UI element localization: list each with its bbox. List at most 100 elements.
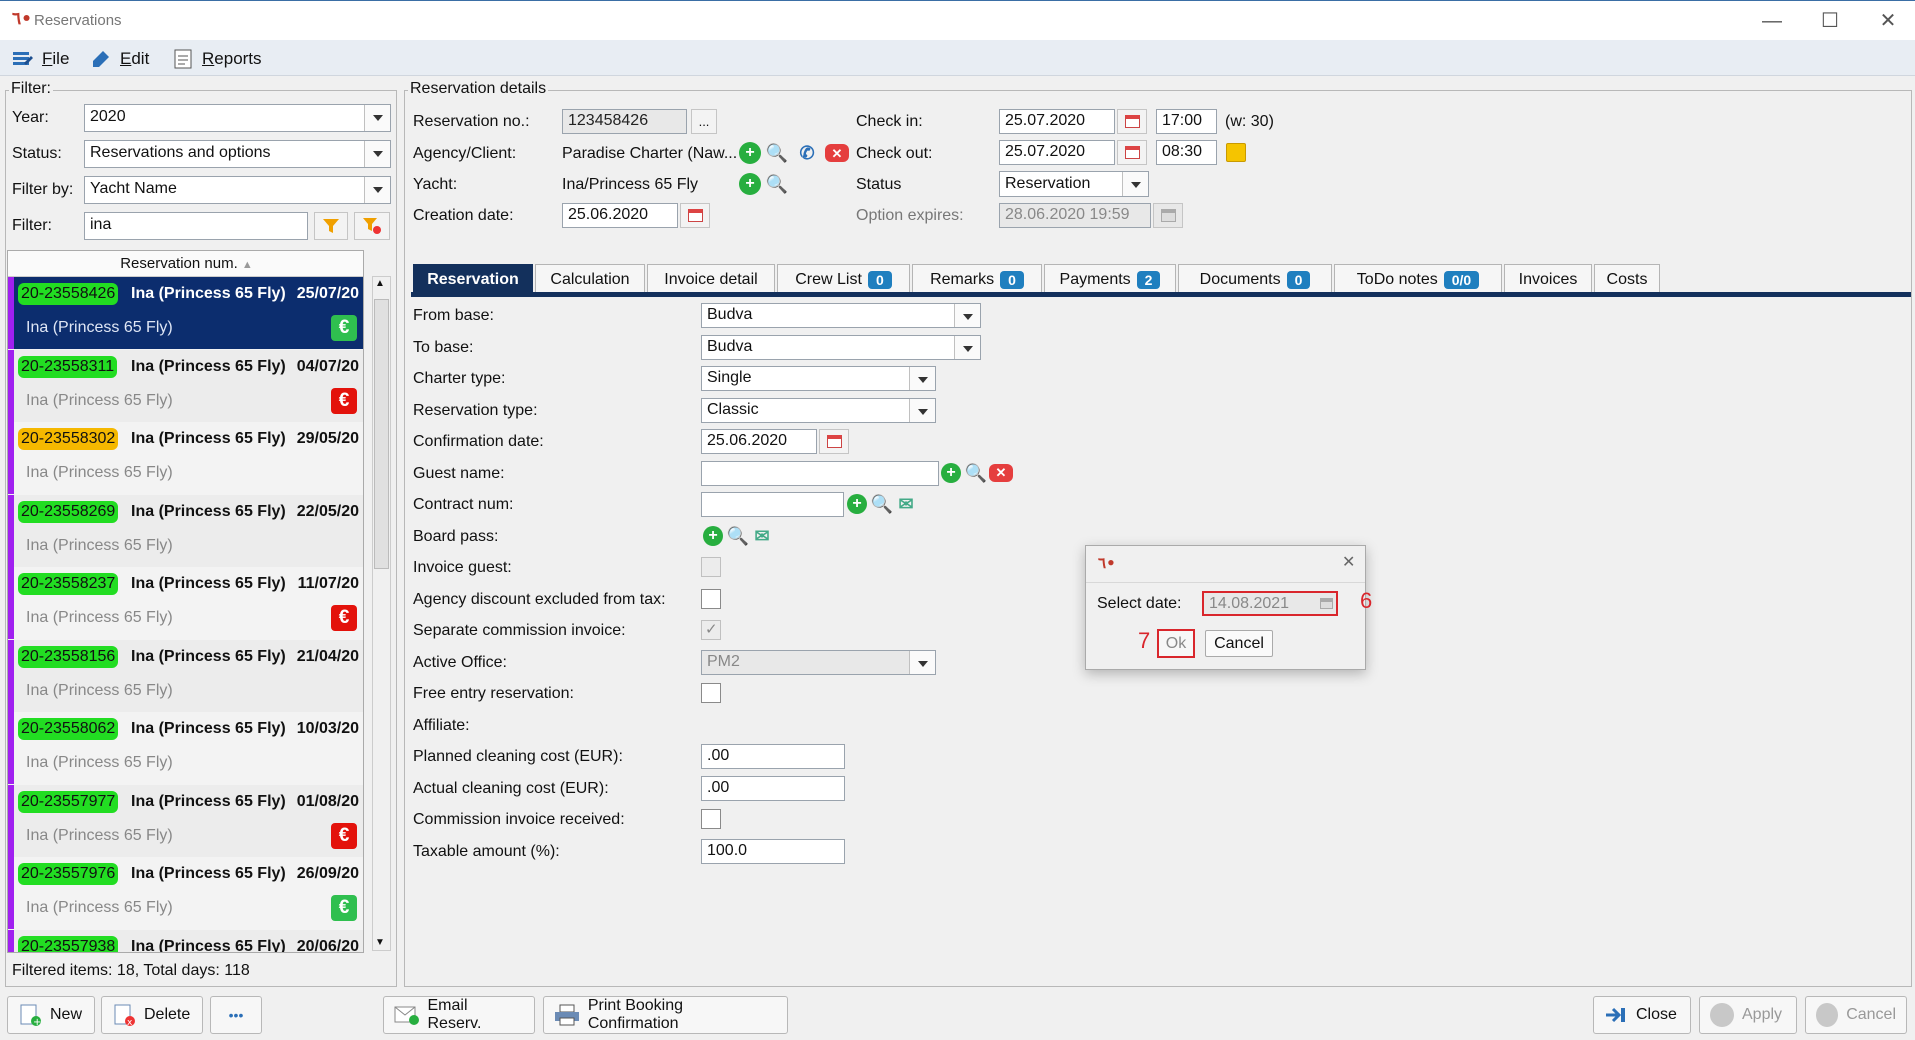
minimize-icon[interactable]: — xyxy=(1752,7,1792,35)
taxable-input[interactable]: 100.0 xyxy=(701,838,845,864)
reservation-yacht: Ina (Princess 65 Fly) xyxy=(131,285,286,302)
search-board-pass-icon[interactable]: 🔍 xyxy=(727,525,749,547)
confirm-label: Confirmation date: xyxy=(413,433,544,450)
add-yacht-icon[interactable]: + xyxy=(739,173,761,195)
maximize-icon[interactable]: ☐ xyxy=(1810,7,1850,35)
checkin-calendar-button[interactable] xyxy=(1117,109,1147,134)
close-window-icon[interactable]: ✕ xyxy=(1868,7,1908,35)
actual-input[interactable]: .00 xyxy=(701,775,845,801)
list-item[interactable]: 20-23558269 Ina (Princess 65 Fly) 22/05/20… xyxy=(8,494,363,567)
status-select[interactable]: Reservations and options xyxy=(84,140,391,168)
clear-filter-button[interactable] xyxy=(354,212,390,240)
filterby-label: Filter by: xyxy=(12,181,74,198)
contract-num-input[interactable] xyxy=(701,492,844,517)
tab-costs[interactable]: Costs xyxy=(1594,264,1660,294)
email-reservation-button[interactable]: Email Reserv. xyxy=(383,996,535,1034)
list-item[interactable]: 20-23557938 Ina (Princess 65 Fly) 20/06/20 xyxy=(8,929,363,952)
dialog-ok-button[interactable]: Ok xyxy=(1157,629,1195,658)
remove-agency-icon[interactable]: ✕ xyxy=(825,144,849,162)
phone-icon[interactable]: ✆ xyxy=(796,142,818,164)
list-item[interactable]: 20-23558311 Ina (Princess 65 Fly) 04/07/20… xyxy=(8,349,363,422)
tab-crew-list[interactable]: Crew List 0 xyxy=(777,264,910,294)
checkin-date-field[interactable]: 25.07.2020 xyxy=(999,109,1115,134)
year-select[interactable]: 2020 xyxy=(84,104,391,132)
search-agency-icon[interactable]: 🔍 xyxy=(766,142,788,164)
search-contract-icon[interactable]: 🔍 xyxy=(871,493,893,515)
menu-file[interactable]: File xyxy=(12,48,69,70)
tab-invoice-detail[interactable]: Invoice detail xyxy=(647,264,775,294)
delete-button[interactable]: x Delete xyxy=(101,996,203,1034)
add-agency-icon[interactable]: + xyxy=(739,142,761,164)
created-calendar-button[interactable] xyxy=(680,203,710,228)
reservation-yacht: Ina (Princess 65 Fly) xyxy=(131,647,286,665)
filter-input[interactable]: ina xyxy=(84,212,308,240)
add-guest-icon[interactable]: + xyxy=(941,462,961,483)
list-item[interactable]: 20-23557977 Ina (Princess 65 Fly) 01/08/20… xyxy=(8,784,363,857)
confirm-calendar-button[interactable] xyxy=(819,429,849,454)
to-base-select[interactable]: Budva xyxy=(701,334,981,360)
add-contract-icon[interactable]: + xyxy=(847,494,867,514)
print-confirmation-button[interactable]: Print Booking Confirmation xyxy=(543,996,788,1034)
new-button[interactable]: + New xyxy=(7,996,95,1034)
reservation-number: 20-23557977 xyxy=(18,790,119,813)
close-button[interactable]: Close xyxy=(1593,996,1691,1034)
res-type-select[interactable]: Classic xyxy=(701,397,936,423)
checkin-time-field[interactable]: 17:00 xyxy=(1156,109,1217,134)
calendar-icon xyxy=(826,435,842,448)
filterby-select[interactable]: Yacht Name xyxy=(84,176,391,204)
dialog-calendar-button[interactable] xyxy=(1316,591,1338,616)
charter-type-select[interactable]: Single xyxy=(701,366,936,391)
add-board-pass-icon[interactable]: + xyxy=(703,525,723,546)
agency-disc-checkbox[interactable] xyxy=(701,588,721,609)
guest-name-input[interactable] xyxy=(701,460,939,486)
tab-remarks[interactable]: Remarks 0 xyxy=(912,264,1042,294)
list-item[interactable]: 20-23558062 Ina (Princess 65 Fly) 10/03/20… xyxy=(8,712,363,784)
attach-contract-icon[interactable]: ✉ xyxy=(895,493,917,515)
list-item[interactable]: 20-23557976 Ina (Princess 65 Fly) 26/09/20… xyxy=(8,857,363,929)
menu-reports[interactable]: Reports xyxy=(172,48,262,70)
dialog-cancel-button[interactable]: Cancel xyxy=(1205,630,1273,657)
free-entry-checkbox[interactable] xyxy=(701,683,721,703)
checkout-date-field[interactable]: 25.07.2020 xyxy=(999,140,1115,165)
search-yacht-icon[interactable]: 🔍 xyxy=(766,173,788,195)
reservation-yacht: Ina (Princess 65 Fly) xyxy=(131,502,286,520)
list-item[interactable]: 20-23558426 Ina (Princess 65 Fly) 25/07/20… xyxy=(8,277,363,349)
checkout-calendar-button[interactable] xyxy=(1117,140,1147,165)
cancel-button[interactable]: Cancel xyxy=(1805,996,1907,1034)
scroll-up-icon[interactable]: ▲ xyxy=(375,278,385,289)
comm-recv-checkbox[interactable] xyxy=(701,809,721,829)
list-item[interactable]: 20-23558302 Ina (Princess 65 Fly) 29/05/20… xyxy=(8,422,363,494)
tab-calculation[interactable]: Calculation xyxy=(535,264,645,294)
dialog-close-icon[interactable]: ✕ xyxy=(1342,552,1355,572)
list-column-header[interactable]: Reservation num. ▲ xyxy=(8,251,363,277)
tab-label: ToDo notes xyxy=(1356,270,1438,288)
search-guest-icon[interactable]: 🔍 xyxy=(965,462,987,484)
more-button[interactable]: ••• xyxy=(210,996,262,1034)
list-item[interactable]: 20-23558237 Ina (Princess 65 Fly) 11/07/20… xyxy=(8,567,363,639)
scroll-down-icon[interactable]: ▼ xyxy=(375,937,385,948)
created-field[interactable]: 25.06.2020 xyxy=(562,203,678,228)
scroll-thumb[interactable] xyxy=(374,299,389,569)
resno-browse-button[interactable]: ... xyxy=(691,109,717,134)
apply-button[interactable]: Apply xyxy=(1699,996,1797,1034)
res-status-select[interactable]: Reservation xyxy=(999,171,1149,197)
planned-input[interactable]: .00 xyxy=(701,744,845,769)
menu-edit[interactable]: Edit xyxy=(90,48,149,70)
tab-todo-notes[interactable]: ToDo notes 0/0 xyxy=(1334,264,1502,294)
from-base-select[interactable]: Budva xyxy=(701,303,981,328)
dialog-date-field[interactable]: 14.08.2021 xyxy=(1202,591,1317,616)
confirm-field[interactable]: 25.06.2020 xyxy=(701,429,817,454)
checkout-time-field[interactable]: 08:30 xyxy=(1156,140,1217,165)
tab-documents[interactable]: Documents 0 xyxy=(1178,264,1332,294)
list-item[interactable]: 20-23558156 Ina (Princess 65 Fly) 21/04/20… xyxy=(8,639,363,712)
remove-guest-icon[interactable]: ✕ xyxy=(989,463,1013,482)
list-scrollbar[interactable]: ▲ ▼ xyxy=(372,276,391,951)
attach-board-pass-icon[interactable]: ✉ xyxy=(751,525,773,547)
reservation-date: 10/03/20 xyxy=(296,720,359,737)
apply-filter-button[interactable] xyxy=(314,212,348,240)
tab-invoices[interactable]: Invoices xyxy=(1504,264,1592,294)
tab-payments[interactable]: Payments 2 xyxy=(1044,264,1176,294)
sort-icon: ▲ xyxy=(241,259,253,271)
note-icon[interactable] xyxy=(1226,143,1246,162)
tab-reservation[interactable]: Reservation xyxy=(413,264,533,294)
